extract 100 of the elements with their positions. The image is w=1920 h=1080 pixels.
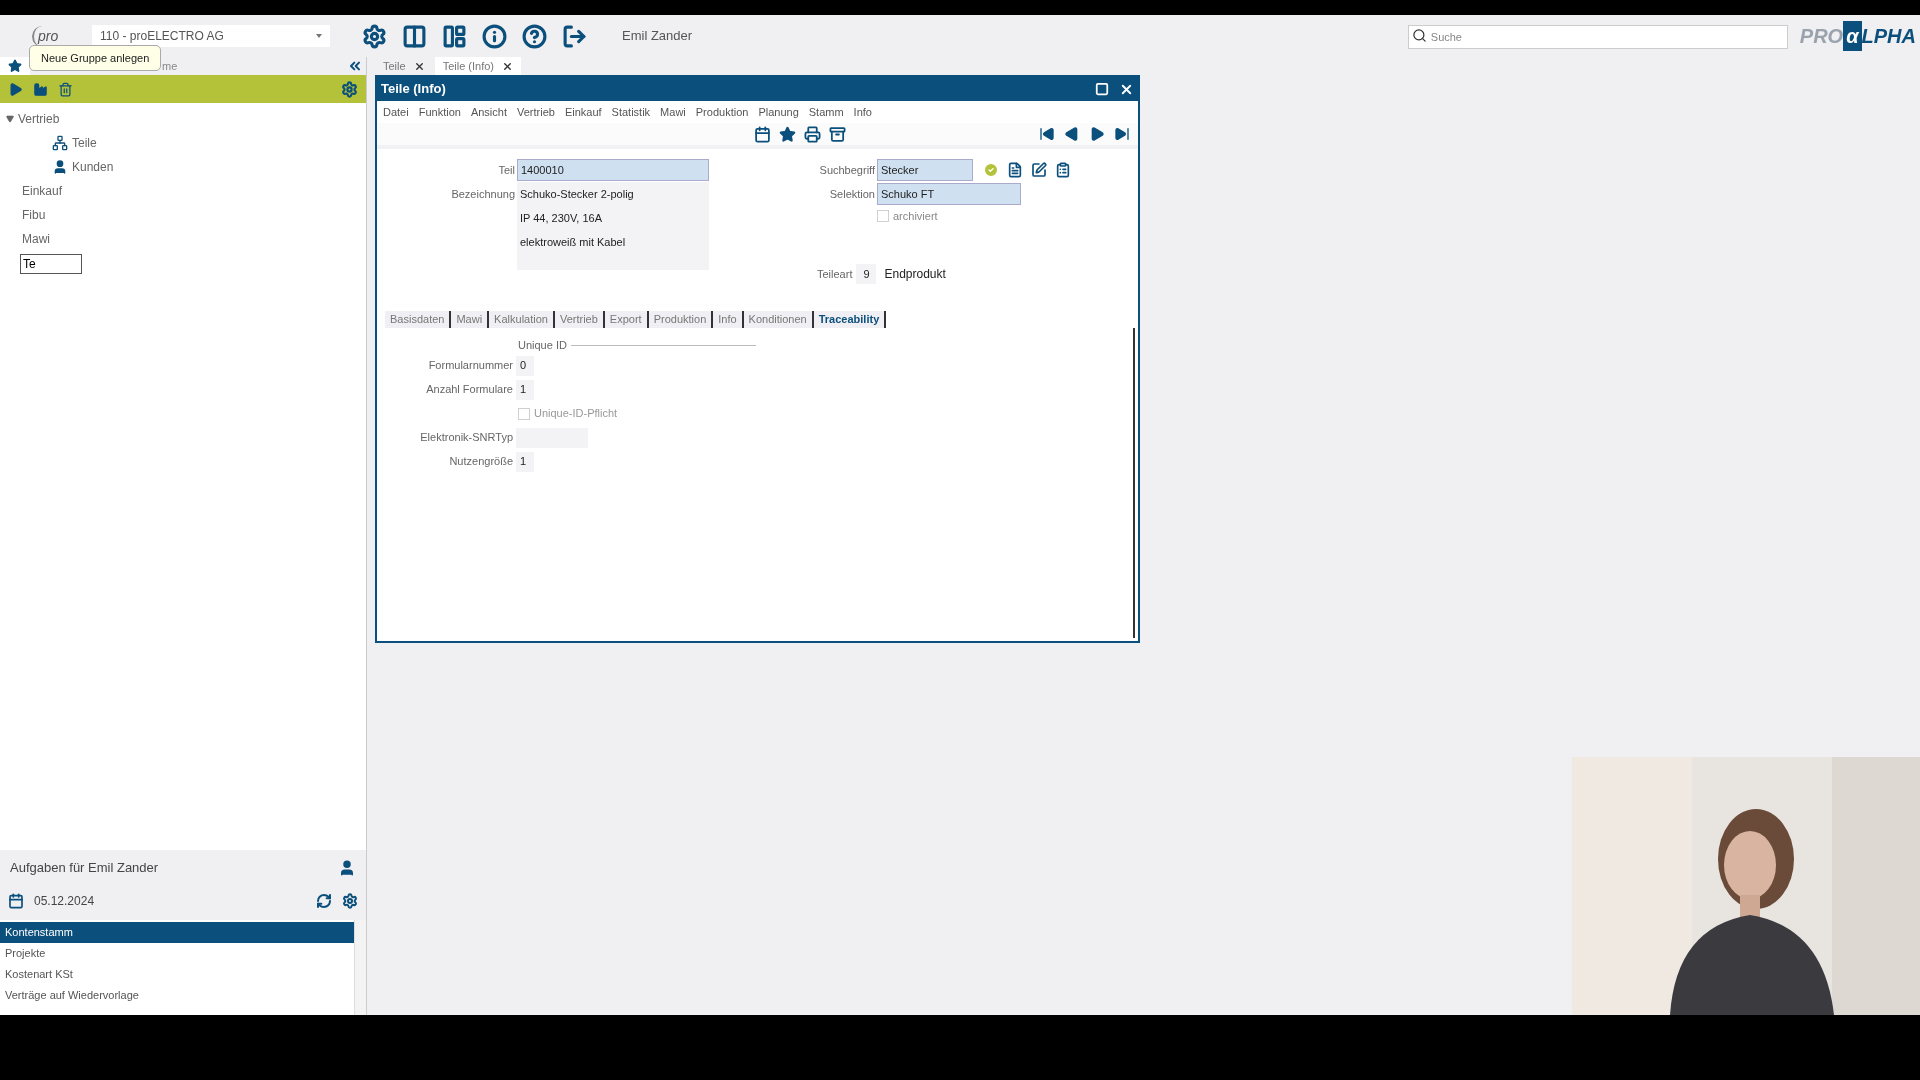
menu-item[interactable]: Produktion [695,103,749,121]
search-term-field[interactable]: Stecker [877,159,973,181]
check-icon[interactable] [983,162,999,178]
checkbox[interactable] [877,210,889,222]
refresh-icon[interactable] [316,893,332,909]
field-label: Bezeichnung [450,187,516,202]
tab[interactable]: Mawi [451,311,490,328]
input-field[interactable]: 0 [516,355,534,376]
calendar-icon[interactable] [754,125,771,143]
expand-arrow-icon[interactable] [6,115,14,123]
info-icon[interactable] [482,23,507,49]
scrollbar[interactable] [354,920,366,1015]
field-label: Anzahl Formulare [425,382,514,398]
tree-item[interactable]: Vertrieb [18,110,60,128]
maximize-icon[interactable] [1095,81,1109,96]
field-label: Nutzengröße [448,454,514,470]
checkbox-label: Unique-ID-Pflicht [534,406,618,422]
calendar-icon[interactable] [8,893,24,909]
field-label: Formularnummer [427,358,514,374]
part-type-code[interactable]: 9 [856,264,877,284]
tab-label[interactable]: Teile (Info) [442,57,494,75]
print-icon[interactable] [804,125,821,143]
person-icon [52,159,68,175]
field-label: Suchbegriff [818,162,876,178]
menu-item[interactable]: Planung [758,103,799,121]
task-item[interactable]: Kontenstamm [0,922,354,943]
tab[interactable]: Export [604,311,649,328]
next-record-icon[interactable] [1089,126,1105,142]
tab[interactable]: Traceability [813,311,887,328]
help-icon[interactable] [522,23,547,49]
tree-item[interactable]: Mawi [22,230,50,248]
archive-icon[interactable] [829,125,846,143]
menu-item[interactable]: Vertrieb [516,103,555,121]
first-record-icon[interactable] [1039,126,1055,142]
new-item-field[interactable]: Te [20,254,82,274]
document-tab[interactable]: Teile [375,57,433,75]
settings-icon[interactable] [341,80,358,98]
checkbox[interactable] [518,407,530,420]
brand-logo: PROαLPHA [1799,21,1916,51]
field-label: Selektion [828,186,876,202]
layout-icon[interactable] [442,23,467,49]
document-icon[interactable] [1007,162,1023,178]
menu-item[interactable]: Stamm [808,103,844,121]
close-icon[interactable] [502,60,513,72]
checkbox-label: archiviert [893,208,938,224]
menu-item[interactable]: Einkauf [564,103,602,121]
settings-icon[interactable] [342,893,358,909]
search-field[interactable]: Suche [1407,25,1788,49]
tree-item[interactable]: Einkauf [22,182,63,200]
parts-icon [52,135,68,151]
tooltip: Neue Gruppe anlegen [29,45,162,71]
search-icon [1411,28,1427,43]
task-item[interactable]: Kostenart KSt [0,964,354,985]
tree-item[interactable]: Fibu [22,206,46,224]
trash-icon[interactable] [58,81,73,97]
clipboard-icon[interactable] [1055,162,1071,178]
logout-icon[interactable] [562,23,587,49]
menu-item[interactable]: Ansicht [470,103,507,121]
menu-item[interactable]: Funktion [418,103,461,121]
tree-item[interactable]: Teile [72,134,97,152]
document-tab[interactable]: Teile (Info) [434,57,521,75]
field-label: Teil [497,162,516,178]
edit-icon[interactable] [1031,162,1047,178]
user-icon[interactable] [338,859,356,877]
play-icon[interactable] [8,81,23,97]
tab[interactable]: Info [713,311,744,328]
tasks-title: Aufgaben für Emil Zander [10,859,159,878]
input-field[interactable]: 1 [516,379,534,400]
close-icon[interactable] [413,60,425,72]
tab[interactable]: Produktion [648,311,714,328]
task-item[interactable]: Projekte [0,943,354,964]
user-name: Emil Zander [622,27,693,46]
section-heading: Unique ID [518,338,567,354]
menu-item[interactable]: Statistik [611,103,651,121]
menu-item[interactable]: Datei [383,103,409,121]
window-title: Teile (Info) [381,80,446,99]
tab[interactable]: Vertrieb [554,311,605,328]
part-type-name: Endprodukt [884,266,946,283]
tab[interactable]: Basisdaten [385,311,452,328]
menu-item[interactable]: Info [853,103,872,121]
menu-item[interactable]: Mawi [660,103,686,121]
favorites-icon[interactable] [8,59,22,73]
tree-item[interactable]: Kunden [72,158,114,176]
company-dropdown[interactable]: 110 - proELECTRO AG [92,25,330,47]
designation-field[interactable]: Schuko-Stecker 2-polig IP 44, 230V, 16A elektroweiß mit Kabel [517,182,709,270]
previous-record-icon[interactable] [1064,126,1080,142]
star-icon[interactable] [779,125,796,143]
task-item[interactable]: Verträge auf Wiedervorlage [0,985,354,1006]
part-number-field[interactable]: 1400010 [517,159,709,181]
task-date: 05.12.2024 [34,893,95,910]
columns-icon[interactable] [402,23,427,49]
tab-label[interactable]: Teile [383,57,406,75]
selection-field[interactable]: Schuko FT [877,183,1021,205]
tab[interactable]: Kalkulation [489,311,555,328]
last-record-icon[interactable] [1114,126,1130,142]
field-label: Teileart [817,266,853,282]
settings-icon[interactable] [362,23,387,49]
field-label: Elektronik-SNRTyp [419,430,514,446]
tab[interactable]: Konditionen [743,311,814,328]
input-field[interactable]: 1 [516,451,534,472]
